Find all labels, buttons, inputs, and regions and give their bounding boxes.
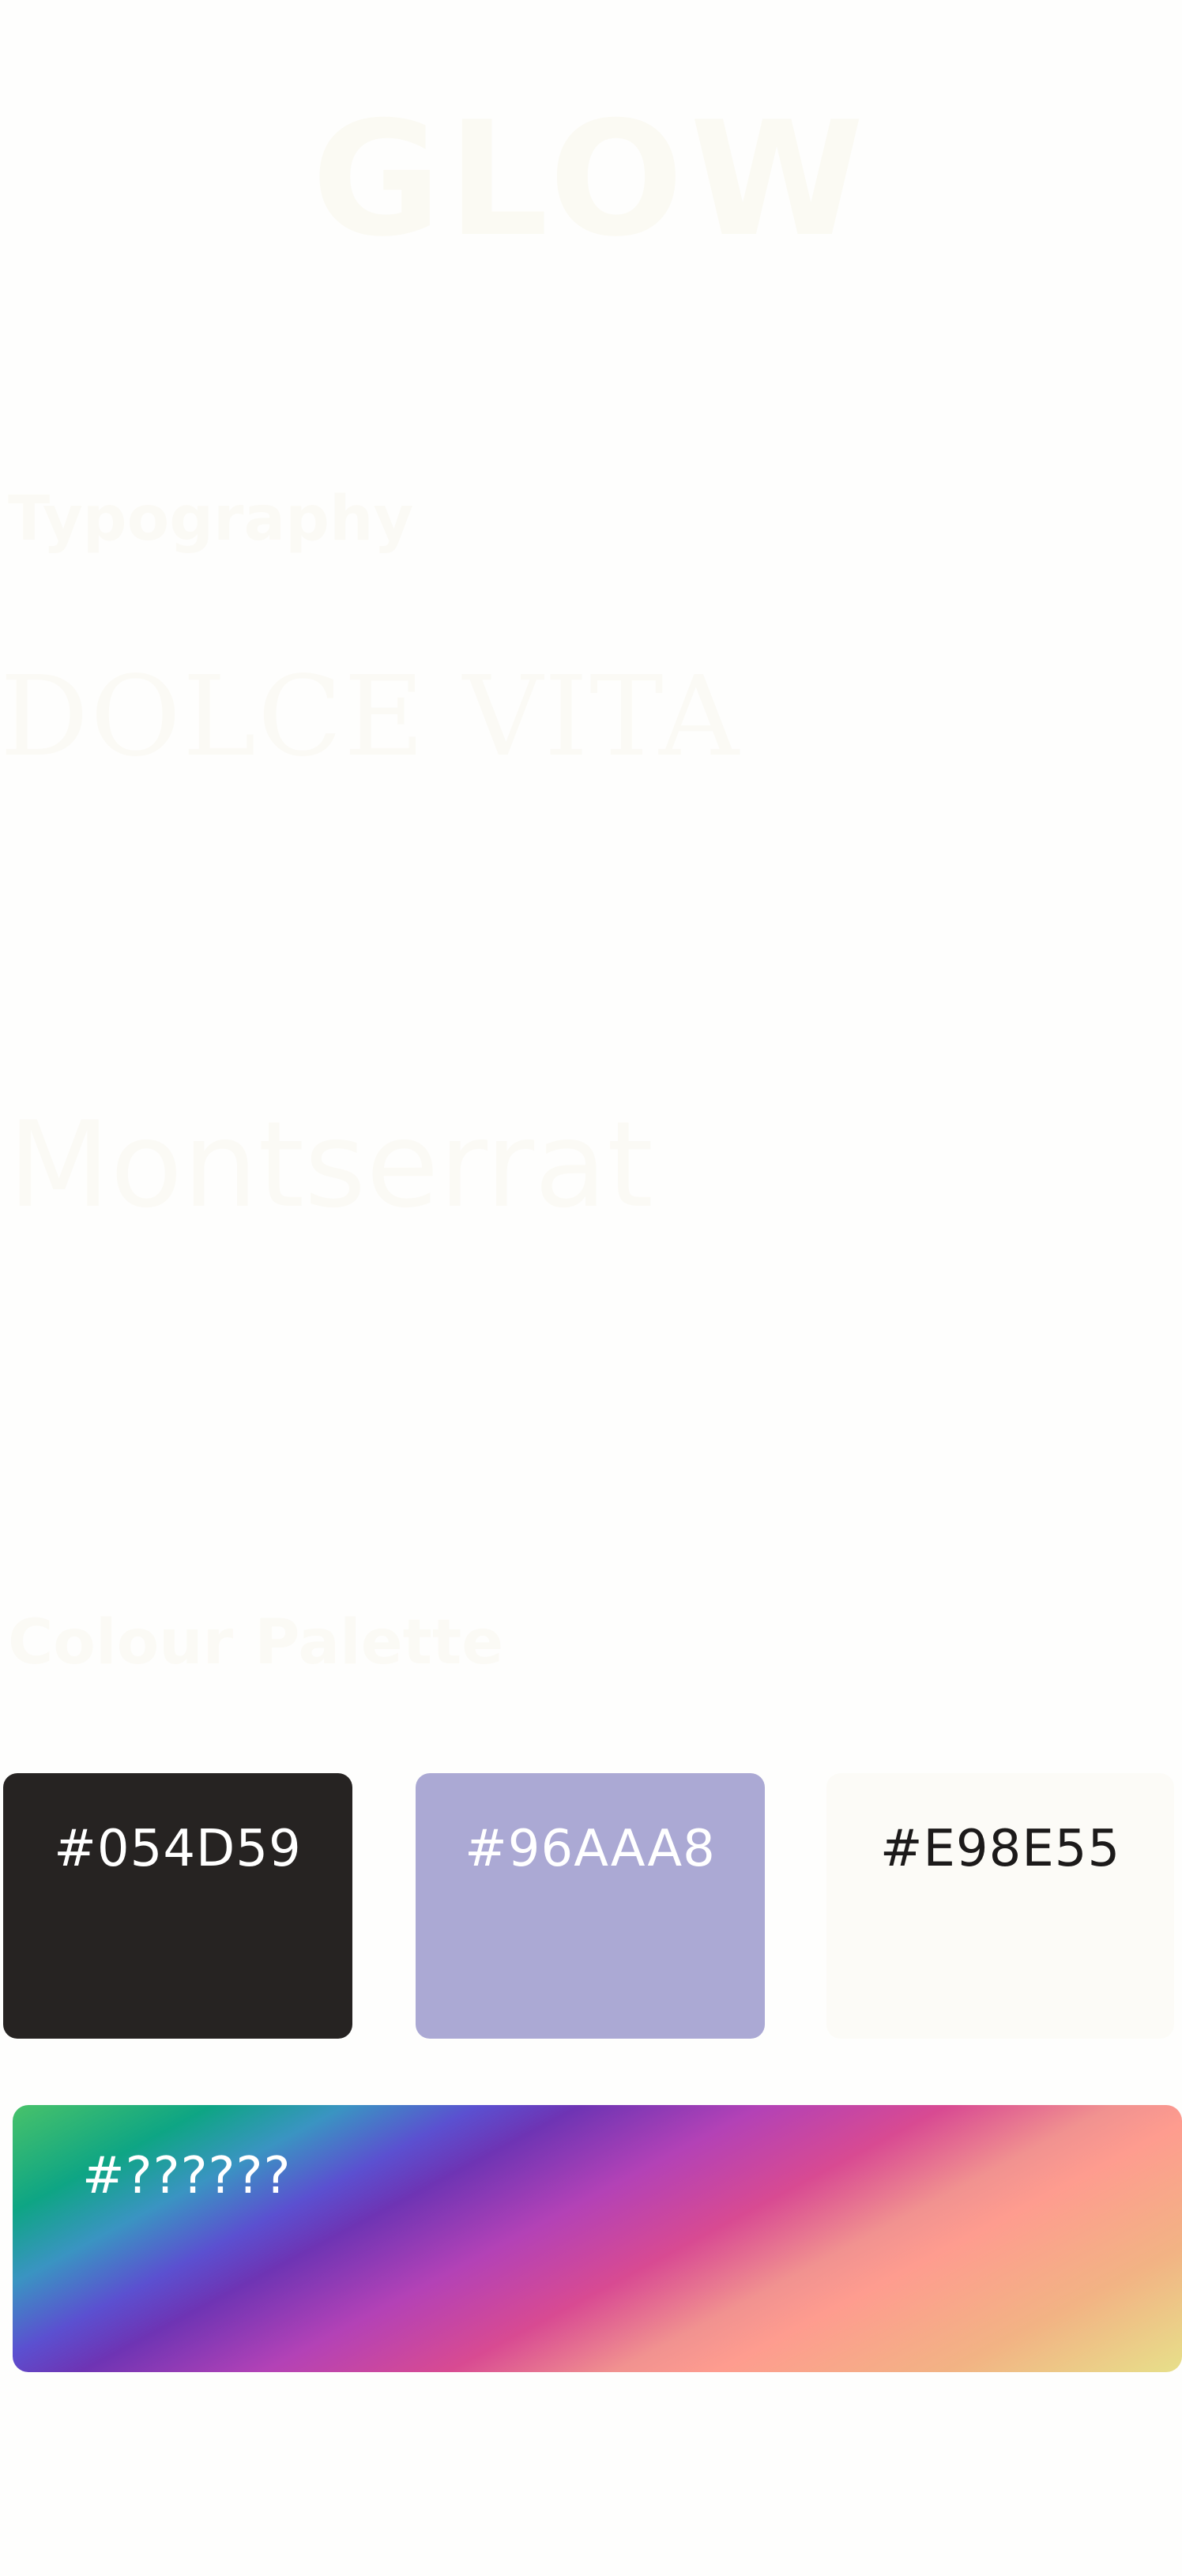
font-sample-body: Montserrat: [8, 1097, 653, 1234]
colour-swatch-lavender: #96AAA8: [416, 1773, 765, 2039]
swatch-hex-label: #96AAA8: [465, 1820, 716, 1878]
swatch-hex-label: #E98E55: [879, 1820, 1121, 1878]
colour-swatch-dark: #054D59: [3, 1773, 352, 2039]
typography-heading: Typography: [8, 484, 414, 555]
colour-swatch-gradient: #??????: [13, 2105, 1182, 2372]
font-sample-display: DOLCE VITA: [0, 653, 741, 781]
colour-swatch-cream: #E98E55: [826, 1773, 1174, 2039]
gradient-hex-label: #??????: [82, 2147, 292, 2205]
colour-palette-heading: Colour Palette: [8, 1607, 504, 1678]
brand-logo: GLOW: [311, 88, 871, 272]
swatch-hex-label: #054D59: [54, 1820, 302, 1878]
